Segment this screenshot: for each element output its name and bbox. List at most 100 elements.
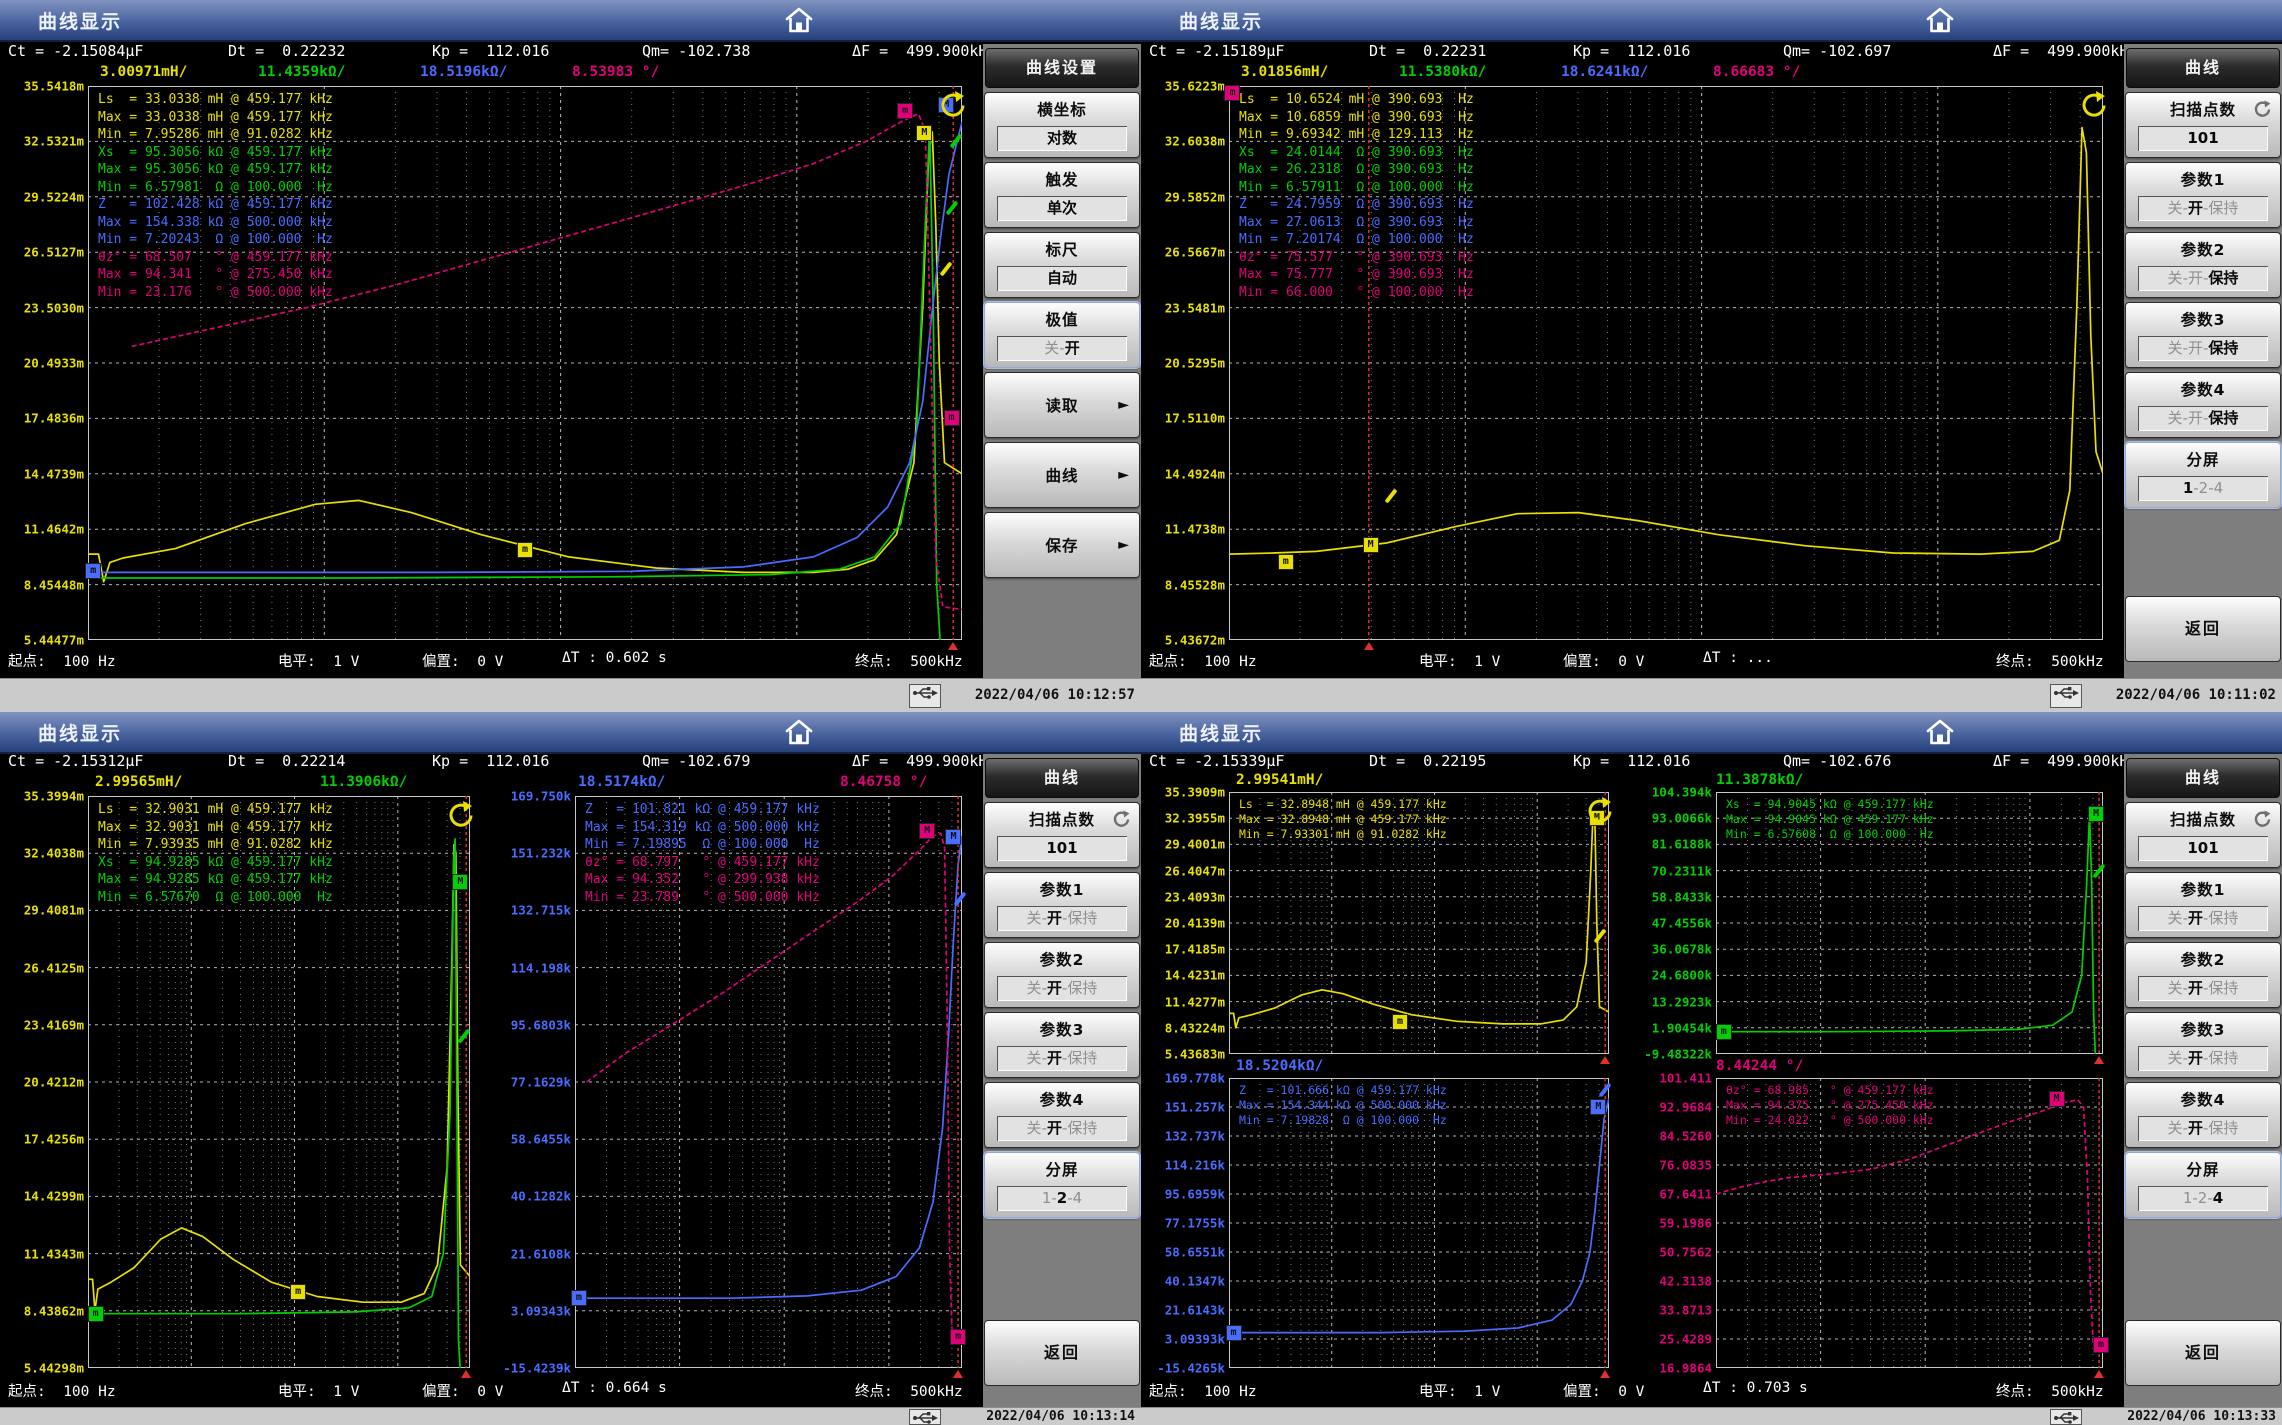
trace-marker-m[interactable]: m xyxy=(2093,1337,2109,1353)
button-value[interactable]: 关-开-保持 xyxy=(2138,406,2268,431)
status-item: 起点: 100 Hz xyxy=(8,650,116,671)
home-icon[interactable] xyxy=(783,5,815,35)
taskbar-strip: 2022/04/06 10:11:02 xyxy=(1141,678,2282,712)
home-icon[interactable] xyxy=(1924,717,1956,747)
sidebar-button-2[interactable]: 触发单次 xyxy=(984,162,1140,228)
sidebar-button-1[interactable]: 扫描点数101 xyxy=(2125,802,2281,868)
marker-readout-line: Max = 154.344 kΩ @ 500.000 kHz xyxy=(1239,1098,1447,1113)
sweep-cursor-triangle xyxy=(948,642,958,650)
trace-marker-m[interactable]: m xyxy=(517,542,533,558)
sidebar-button-2[interactable]: 参数1 关-开-保持 xyxy=(2125,162,2281,228)
trace-marker-m[interactable]: m xyxy=(1716,1024,1732,1040)
marker-readout-line: Z = 101.821 kΩ @ 459.177 kHz xyxy=(585,801,820,819)
back-button[interactable]: 返回 xyxy=(984,1320,1140,1386)
sidebar-button-2[interactable]: 参数1关-开-保持 xyxy=(984,872,1140,938)
button-value[interactable]: 关-开-保持 xyxy=(997,906,1127,931)
sidebar-button-6[interactable]: 分屏 1-2-4 xyxy=(2125,1152,2281,1218)
sidebar-button-6[interactable]: 曲线► xyxy=(984,442,1140,508)
button-value[interactable]: 关-开-保持 xyxy=(2138,1046,2268,1071)
trace-marker-m[interactable]: m xyxy=(1226,1325,1242,1341)
trace-marker-m[interactable]: m xyxy=(1224,85,1240,101)
trace-marker-m[interactable]: m xyxy=(88,1306,104,1322)
status-item: 偏置: 0 V xyxy=(1563,650,1644,671)
button-value[interactable]: 关-开-保持 xyxy=(997,976,1127,1001)
button-value[interactable]: 关-开-保持 xyxy=(997,1116,1127,1141)
trace-marker-M[interactable]: M xyxy=(945,829,961,845)
trace-marker-M[interactable]: M xyxy=(916,125,932,141)
button-label: 参数1 xyxy=(2126,168,2280,190)
sidebar-button-5[interactable]: 读取► xyxy=(984,372,1140,438)
trace-marker-m[interactable]: m xyxy=(1278,554,1294,570)
y-axis-tick-label: 58.6551k xyxy=(1141,1245,1225,1260)
trace-marker-M[interactable]: M xyxy=(1590,1099,1606,1115)
measurement-value: ΔF = 499.900kHz xyxy=(852,42,997,60)
button-value[interactable]: 101 xyxy=(2138,126,2268,151)
sidebar-button-4[interactable]: 参数3关-开-保持 xyxy=(984,1012,1140,1078)
trace-marker-M[interactable]: M xyxy=(452,874,468,890)
y-axis-tick-label: 14.4299m xyxy=(0,1189,84,1204)
measurement-value: ΔF = 499.900kHz xyxy=(852,752,997,770)
value-segment: 开 xyxy=(2188,1049,2203,1067)
status-item: 起点: 100 Hz xyxy=(1149,650,1257,671)
button-label: 分屏 xyxy=(2126,1158,2280,1180)
y-axis-tick-label: 32.6038m xyxy=(1141,134,1225,149)
measurement-value: Ct = -2.15339µF xyxy=(1149,752,1284,770)
trace-marker-m[interactable]: m xyxy=(1392,1014,1408,1030)
y-axis-tick-label: 5.43672m xyxy=(1141,633,1225,648)
y-axis-tick-label: 35.3909m xyxy=(1141,785,1225,800)
sidebar-button-5[interactable]: 参数4关-开-保持 xyxy=(2125,1082,2281,1148)
button-value[interactable]: 关-开-保持 xyxy=(2138,1116,2268,1141)
sidebar-button-5[interactable]: 参数4关-开-保持 xyxy=(984,1082,1140,1148)
back-button[interactable]: 返回 xyxy=(2125,596,2281,662)
sidebar-button-1[interactable]: 扫描点数101 xyxy=(2125,92,2281,158)
y-axis-tick-label: 26.5667m xyxy=(1141,245,1225,260)
button-value[interactable]: 对数 xyxy=(997,126,1127,151)
sidebar-button-4[interactable]: 极值关-开 xyxy=(984,302,1140,368)
button-value[interactable]: 1-2-4 xyxy=(997,1186,1127,1211)
sidebar-button-4[interactable]: 参数3关-开-保持 xyxy=(2125,302,2281,368)
home-icon[interactable] xyxy=(783,717,815,747)
back-button[interactable]: 返回 xyxy=(2125,1320,2281,1386)
sidebar-button-2[interactable]: 参数1关-开-保持 xyxy=(2125,872,2281,938)
trace-marker-M[interactable]: M xyxy=(2088,806,2104,822)
sidebar-button-3[interactable]: 标尺自动 xyxy=(984,232,1140,298)
button-value[interactable]: 关-开-保持 xyxy=(2138,976,2268,1001)
button-value[interactable]: 单次 xyxy=(997,196,1127,221)
button-value[interactable]: 关-开-保持 xyxy=(997,1046,1127,1071)
submenu-arrow-icon: ► xyxy=(1118,397,1129,413)
button-value[interactable]: 关-开-保持 xyxy=(2138,336,2268,361)
sidebar-button-5[interactable]: 参数4关-开-保持 xyxy=(2125,372,2281,438)
button-value[interactable]: 关-开-保持 xyxy=(2138,906,2268,931)
button-value[interactable]: 101 xyxy=(997,836,1127,861)
sidebar-button-3[interactable]: 参数2关-开-保持 xyxy=(2125,942,2281,1008)
trace-marker-m[interactable]: m xyxy=(290,1284,306,1300)
y-axis-tick-label: 70.2311k xyxy=(1628,863,1712,878)
sidebar-button-7[interactable]: 保存► xyxy=(984,512,1140,578)
button-value[interactable]: 关-开-保持 xyxy=(2138,196,2268,221)
sidebar-button-3[interactable]: 参数2关-开-保持 xyxy=(2125,232,2281,298)
trace-marker-M[interactable]: M xyxy=(919,823,935,839)
sidebar-button-1[interactable]: 扫描点数101 xyxy=(984,802,1140,868)
sidebar-button-6[interactable]: 分屏1-2-4 xyxy=(984,1152,1140,1218)
trace-marker-m[interactable]: m xyxy=(944,410,960,426)
trace-marker-M[interactable]: M xyxy=(2049,1091,2065,1107)
sidebar-button-1[interactable]: 横坐标对数 xyxy=(984,92,1140,158)
button-value[interactable]: 自动 xyxy=(997,266,1127,291)
trace-marker-m[interactable]: m xyxy=(950,1329,966,1345)
trace-marker-M[interactable]: M xyxy=(1363,537,1379,553)
y-axis-tick-label: 20.4212m xyxy=(0,1075,84,1090)
button-value[interactable]: 101 xyxy=(2138,836,2268,861)
button-value[interactable]: 1-2-4 xyxy=(2138,476,2268,501)
home-icon[interactable] xyxy=(1924,5,1956,35)
button-value[interactable]: 关-开 xyxy=(997,336,1127,361)
trace-marker-m[interactable]: m xyxy=(897,103,913,119)
trace-marker-m[interactable]: m xyxy=(571,1290,587,1306)
button-value[interactable]: 1-2-4 xyxy=(2138,1186,2268,1211)
sidebar-button-6[interactable]: 分屏1-2-4 xyxy=(2125,442,2281,508)
value-segment: 开 xyxy=(2188,199,2203,217)
status-item: 终点: 500kHz xyxy=(1996,650,2104,671)
sidebar-button-3[interactable]: 参数2关-开-保持 xyxy=(984,942,1140,1008)
trace-marker-m[interactable]: m xyxy=(85,563,101,579)
sidebar-button-4[interactable]: 参数3关-开-保持 xyxy=(2125,1012,2281,1078)
button-value[interactable]: 关-开-保持 xyxy=(2138,266,2268,291)
